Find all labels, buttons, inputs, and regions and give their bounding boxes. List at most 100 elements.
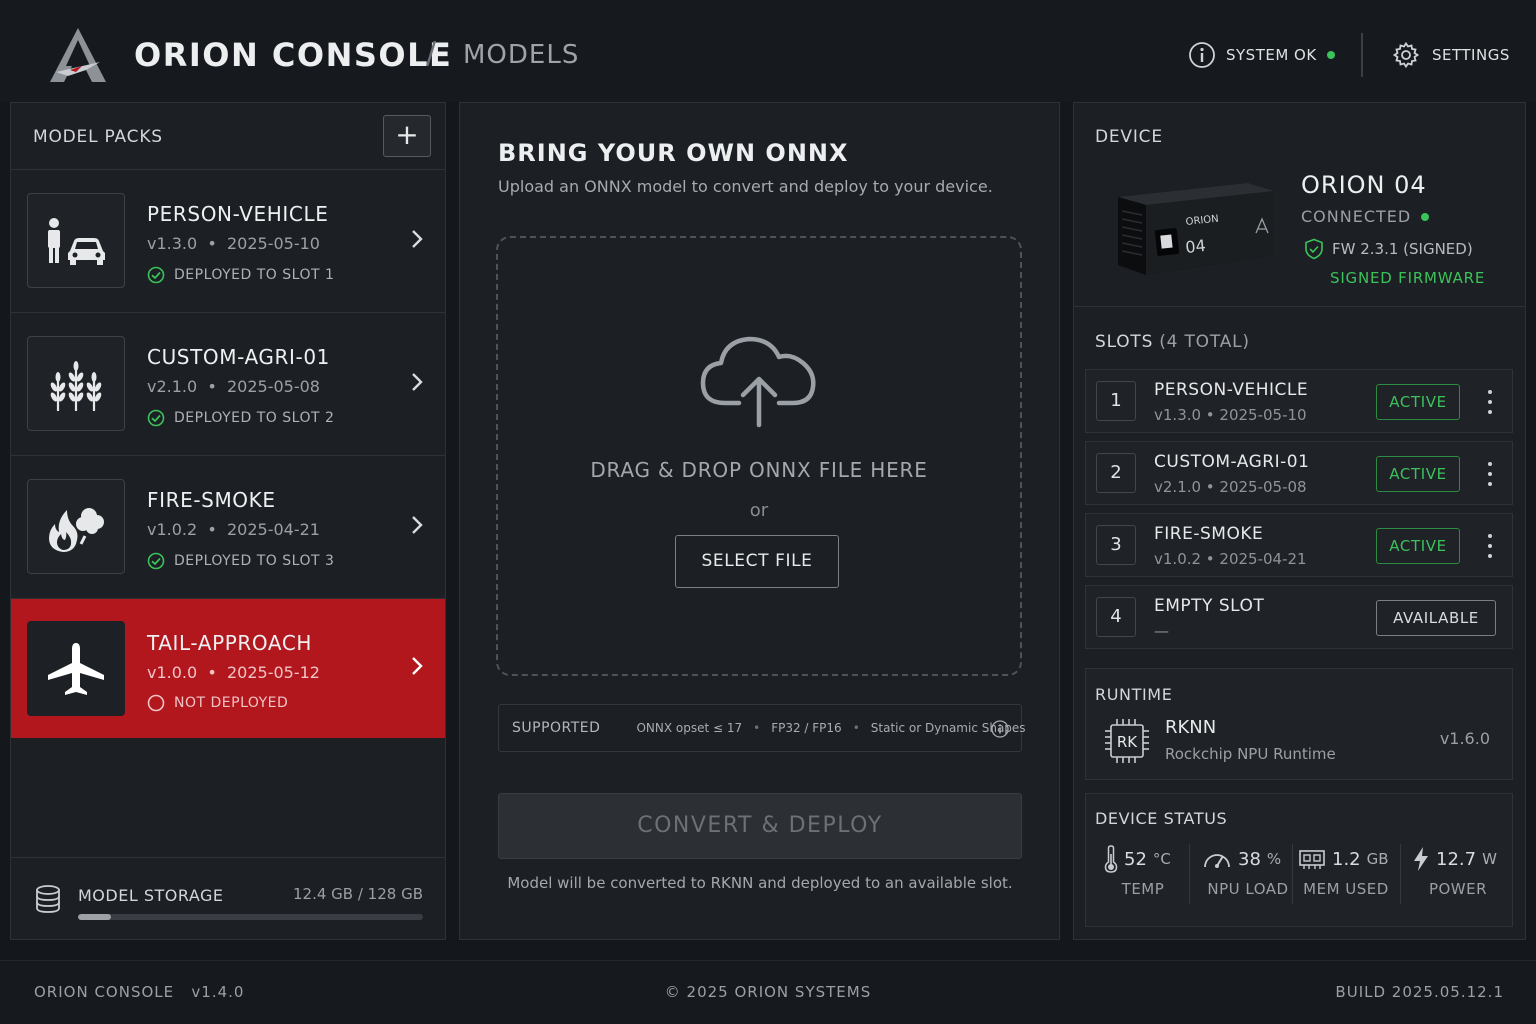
model-pack-meta: v2.1.0 • 2025-05-08	[147, 377, 320, 396]
model-pack-name: TAIL-APPROACH	[147, 631, 313, 655]
slot-number: 2	[1096, 453, 1136, 493]
system-status[interactable]: SYSTEM OK	[1188, 40, 1335, 70]
model-pack-status: DEPLOYED TO SLOT 2	[147, 409, 334, 427]
runtime-name: RKNN	[1165, 717, 1217, 738]
runtime-version: v1.6.0	[1439, 729, 1490, 748]
slots-title: SLOTS (4 TOTAL)	[1095, 332, 1250, 352]
gauge-icon	[1204, 854, 1230, 868]
svg-text:04: 04	[1184, 236, 1206, 257]
supported-label: SUPPORTED	[512, 720, 601, 736]
model-pack-item[interactable]: PERSON-VEHICLE v1.3.0 • 2025-05-10 DEPLO…	[11, 170, 445, 313]
lightning-icon	[1414, 847, 1428, 871]
model-pack-item[interactable]: CUSTOM-AGRI-01 v2.1.0 • 2025-05-08 DEPLO…	[11, 313, 445, 456]
slot-status-badge: ACTIVE	[1376, 528, 1460, 564]
supported-formats: SUPPORTED ONNX opset ≤ 17 • FP32 / FP16 • St…	[498, 704, 1026, 752]
signed-firmware-label: SIGNED FIRMWARE	[1330, 269, 1486, 287]
device-connection: CONNECTED	[1301, 207, 1430, 226]
system-status-label: SYSTEM OK	[1226, 46, 1317, 64]
info-icon[interactable]	[991, 720, 1009, 738]
metric-npu-load: 38% NPU LOAD	[1202, 844, 1294, 906]
model-pack-item-selected[interactable]: TAIL-APPROACH v1.0.0 • 2025-05-12 NOT DE…	[11, 599, 445, 738]
runtime-description: Rockchip NPU Runtime	[1165, 745, 1336, 763]
add-model-pack-button[interactable]: +	[383, 115, 431, 157]
slot-model-meta: v2.1.0 • 2025-05-08	[1154, 478, 1307, 496]
slot-row[interactable]: 1 PERSON-VEHICLE v1.3.0 • 2025-05-10 ACT…	[1085, 369, 1513, 433]
model-packs-panel: MODEL PACKS + PERSON-VEHICLE v1.3.0 • 20…	[10, 102, 446, 940]
shield-check-icon	[1305, 238, 1323, 260]
model-packs-title: MODEL PACKS	[33, 127, 163, 147]
metric-divider	[1400, 844, 1401, 904]
slot-row[interactable]: 2 CUSTOM-AGRI-01 v2.1.0 • 2025-05-08 ACT…	[1085, 441, 1513, 505]
metric-mem-used: 1.2 GB MEM USED	[1298, 844, 1394, 906]
slot-model-name: PERSON-VEHICLE	[1154, 380, 1309, 400]
device-divider	[1074, 306, 1525, 307]
slot-number: 4	[1096, 597, 1136, 637]
cloud-upload-icon	[700, 336, 816, 428]
model-pack-meta: v1.3.0 • 2025-05-10	[147, 234, 320, 253]
runtime-title: RUNTIME	[1095, 685, 1173, 704]
slot-model-name: FIRE-SMOKE	[1154, 524, 1264, 544]
svg-text:RK: RK	[1117, 733, 1138, 751]
model-storage: MODEL STORAGE 12.4 GB / 128 GB	[11, 857, 445, 939]
slot-menu-icon[interactable]	[1484, 534, 1496, 558]
device-status-card: DEVICE STATUS 52 °C TEMP 38% NPU LOAD 1.2…	[1085, 793, 1513, 927]
settings-label: SETTINGS	[1432, 46, 1510, 64]
app-title: ORION CONSOLE	[134, 36, 453, 74]
wheat-icon	[27, 336, 125, 431]
metric-temp: 52 °C TEMP	[1104, 844, 1182, 906]
model-pack-status: DEPLOYED TO SLOT 3	[147, 552, 334, 570]
header-divider	[1361, 33, 1363, 77]
model-pack-item[interactable]: FIRE-SMOKE v1.0.2 • 2025-04-21 DEPLOYED …	[11, 456, 445, 599]
footer-copyright: © 2025 ORION SYSTEMS	[664, 983, 872, 1001]
model-pack-name: PERSON-VEHICLE	[147, 202, 329, 226]
device-title: DEVICE	[1095, 127, 1163, 147]
model-pack-name: FIRE-SMOKE	[147, 488, 276, 512]
metric-power: 12.7 W POWER	[1412, 844, 1504, 906]
database-icon	[36, 885, 60, 913]
settings-button[interactable]: SETTINGS	[1392, 40, 1510, 70]
slot-model-meta: —	[1154, 622, 1169, 640]
storage-value: 12.4 GB / 128 GB	[293, 885, 423, 903]
slot-model-meta: v1.3.0 • 2025-05-10	[1154, 406, 1307, 424]
storage-label: MODEL STORAGE	[78, 886, 224, 905]
model-pack-meta: v1.0.2 • 2025-04-21	[147, 520, 320, 539]
info-icon	[1189, 42, 1215, 68]
slot-number: 1	[1096, 381, 1136, 421]
slot-row[interactable]: 3 FIRE-SMOKE v1.0.2 • 2025-04-21 ACTIVE	[1085, 513, 1513, 577]
dropzone-or: or	[749, 500, 769, 521]
metric-divider	[1292, 844, 1293, 904]
breadcrumb-separator: /	[426, 36, 437, 71]
chevron-right-icon	[412, 230, 423, 248]
chevron-right-icon	[412, 373, 423, 391]
connected-dot	[1421, 212, 1430, 221]
metric-divider	[1189, 844, 1190, 904]
model-pack-meta: v1.0.0 • 2025-05-12	[147, 663, 320, 682]
gear-icon	[1392, 41, 1420, 69]
device-image: ORION 04	[1118, 183, 1274, 275]
check-circle-icon	[147, 409, 165, 427]
storage-bar-fill	[78, 914, 112, 920]
slot-model-meta: v1.0.2 • 2025-04-21	[1154, 550, 1307, 568]
select-file-button[interactable]: SELECT FILE	[675, 535, 839, 588]
slot-status-badge: ACTIVE	[1376, 384, 1460, 420]
top-bar: ORION CONSOLE / MODELS SYSTEM OK SETTING…	[0, 0, 1536, 102]
slot-number: 3	[1096, 525, 1136, 565]
slot-menu-icon[interactable]	[1484, 462, 1496, 486]
model-pack-status: NOT DEPLOYED	[147, 694, 288, 712]
dropzone-text: DRAG & DROP ONNX FILE HERE	[590, 458, 928, 482]
slot-menu-icon[interactable]	[1484, 390, 1496, 414]
chevron-right-icon	[412, 657, 423, 675]
slot-row[interactable]: 4 EMPTY SLOT — AVAILABLE	[1085, 585, 1513, 649]
slot-status-badge: ACTIVE	[1376, 456, 1460, 492]
supported-list: ONNX opset ≤ 17 • FP32 / FP16 • Static or Dy…	[636, 721, 1026, 735]
convert-deploy-button[interactable]: CONVERT & DEPLOY	[498, 793, 1022, 859]
fire-smoke-icon	[27, 479, 125, 574]
storage-bar	[78, 914, 423, 920]
firmware-version: FW 2.3.1 (SIGNED)	[1304, 238, 1473, 260]
model-packs-header: MODEL PACKS +	[11, 103, 445, 170]
file-dropzone[interactable]: DRAG & DROP ONNX FILE HERE or SELECT FIL…	[496, 236, 1022, 676]
slot-available-badge[interactable]: AVAILABLE	[1376, 600, 1496, 636]
breadcrumb-current[interactable]: MODELS	[463, 40, 579, 70]
airplane-icon	[27, 621, 125, 716]
device-panel: DEVICE ORION 04 ORION 04 CONNECTED FW 2.…	[1073, 102, 1526, 940]
